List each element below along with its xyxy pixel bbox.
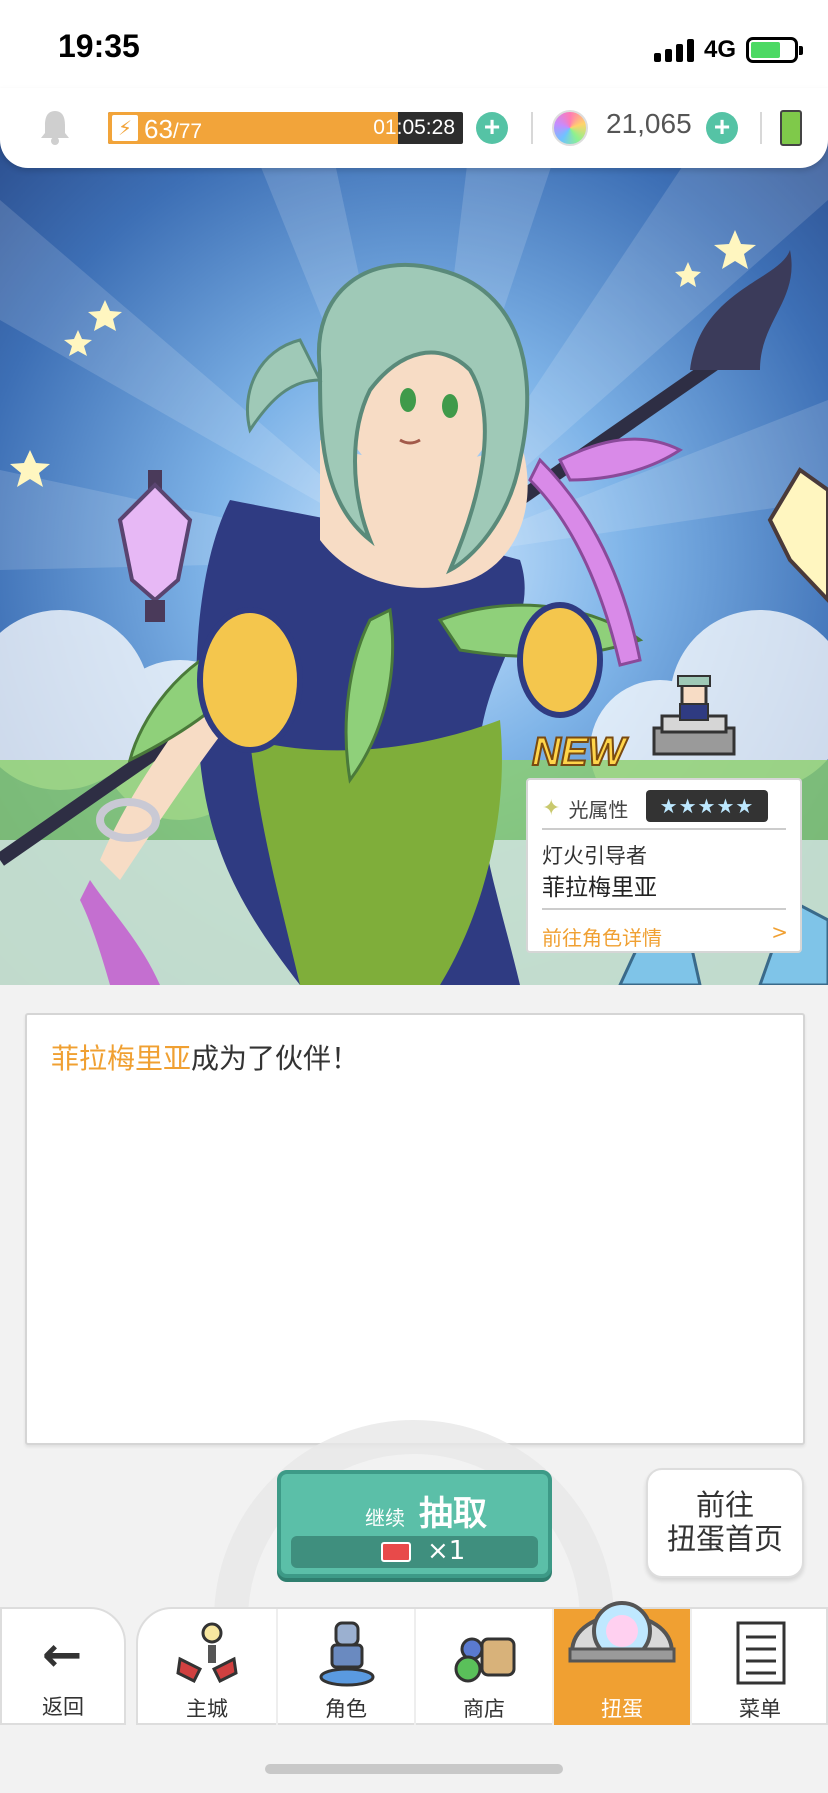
nav-item-town[interactable]: 主城 [138,1609,276,1727]
stamina-value: 63/77 [144,114,202,144]
character-detail-link[interactable]: 前往角色详情 [542,922,662,951]
back-button[interactable]: ← 返回 [0,1607,126,1725]
character-sprite-icon [652,675,736,756]
nav-item-gacha[interactable]: 扭蛋 [552,1601,690,1727]
nav-label: 主城 [186,1697,228,1721]
element-label: 光属性 [568,798,629,822]
network-type: 4G [703,36,736,63]
divider [531,112,533,144]
stamina-timer: 01:05:28 [373,116,455,139]
nav-label: 扭蛋 [601,1697,643,1721]
character-info-card: ✦ 光属性 ★★★★★ 灯火引导者 菲拉梅里亚 前往角色详情 > [526,778,802,953]
light-element-icon: ✦ [542,796,561,821]
character-title: 灯火引导者 [542,844,647,868]
ticket-icon [381,1542,411,1562]
device-battery-icon [780,110,802,146]
town-icon [176,1622,238,1684]
divider [542,828,786,830]
character-name: 菲拉梅里亚 [542,875,657,901]
add-stamina-button[interactable]: + [476,112,508,144]
shop-icon [454,1637,516,1683]
continue-draw-button[interactable]: 继续 抽取 ×1 [277,1470,552,1578]
menu-icon [736,1621,786,1685]
message-box: 菲拉梅里亚成为了伙伴！ [25,1013,805,1445]
arrow-left-icon: ← [42,1627,83,1683]
draw-cost: ×1 [291,1536,538,1568]
battery-icon [746,37,803,63]
nav-item-character[interactable]: 角色 [276,1609,414,1727]
gacha-icon [568,1601,676,1663]
signal-icon [653,38,694,62]
rarity-stars: ★★★★★ [646,790,768,822]
message-text: 菲拉梅里亚成为了伙伴！ [51,1037,359,1077]
back-label: 返回 [42,1695,84,1719]
status-indicators: 4G [653,36,803,64]
nav-label: 菜单 [739,1697,781,1721]
divider [760,112,762,144]
draw-label: 抽取 [419,1494,487,1534]
nav-label: 商店 [463,1697,505,1721]
home-indicator[interactable] [265,1764,563,1774]
nav-label: 角色 [325,1697,367,1721]
nav-item-shop[interactable]: 商店 [414,1609,552,1727]
status-time: 19:35 [58,28,140,64]
bell-icon[interactable] [38,108,72,146]
chevron-right-icon[interactable]: > [771,920,788,944]
add-gems-button[interactable]: + [706,112,738,144]
status-bar: 19:35 4G [0,0,828,100]
message-body: 成为了伙伴！ [191,1042,360,1075]
gem-icon [552,110,588,146]
character-icon [319,1621,375,1687]
resource-bar: ⚡ 63/77 01:05:28 + 21,065 + [0,88,828,168]
lantern-icon [117,470,193,622]
gacha-home-line2: 扭蛋首页 [666,1522,783,1556]
stamina-max: /77 [172,120,203,143]
new-badge: NEW [531,729,626,775]
bottom-nav: 主城 角色 商店 扭蛋 菜单 [136,1601,828,1727]
message-character-name: 菲拉梅里亚 [51,1042,192,1075]
stamina-current: 63 [144,114,173,144]
nav-item-menu[interactable]: 菜单 [690,1609,828,1727]
stamina-bar: ⚡ 63/77 01:05:28 [108,112,463,144]
divider [542,908,786,910]
gacha-home-line1: 前往 [695,1488,754,1522]
continue-label: 继续 [365,1506,405,1530]
element-row: ✦ 光属性 [542,794,628,823]
gacha-home-button[interactable]: 前往 扭蛋首页 [646,1468,804,1578]
bottom-safe-area [0,1725,828,1793]
cost-count: ×1 [427,1536,466,1566]
lightning-icon: ⚡ [112,115,138,141]
gem-count: 21,065 [606,108,692,139]
